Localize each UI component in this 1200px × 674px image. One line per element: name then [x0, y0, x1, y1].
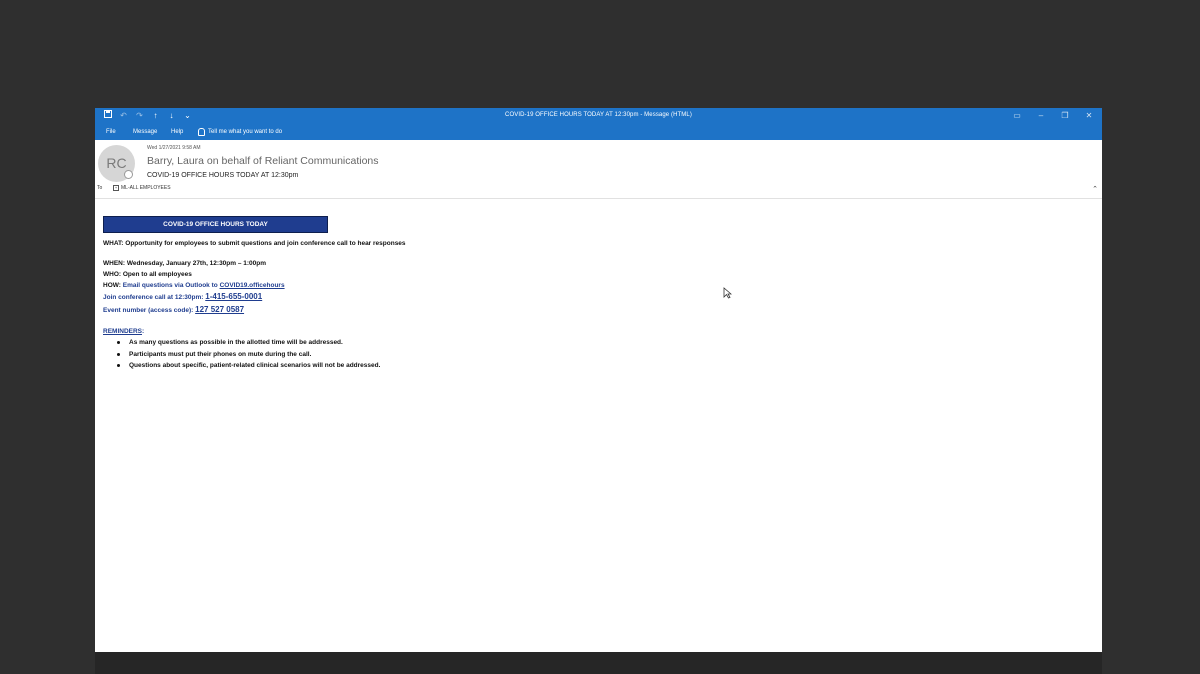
restore-icon[interactable]: ❐	[1060, 110, 1070, 122]
minimize-icon[interactable]: –	[1036, 110, 1046, 122]
message-window: ↶ ↷ ↑ ↓ ⌄ COVID-19 OFFICE HOURS TODAY AT…	[95, 108, 1102, 652]
event-code-link[interactable]: 127 527 0587	[195, 305, 244, 314]
tell-me-search[interactable]: Tell me what you want to do	[198, 128, 282, 136]
message-header: RC Wed 1/27/2021 9:58 AM Barry, Laura on…	[95, 140, 1102, 199]
phone-link[interactable]: 1-415-655-0001	[205, 292, 262, 301]
window-controls: ▭ – ❐ ✕	[1012, 110, 1094, 122]
reminders-heading: REMINDERS:	[103, 328, 144, 335]
to-label: To	[97, 185, 103, 191]
window-title: COVID-19 OFFICE HOURS TODAY AT 12:30pm -…	[505, 112, 692, 118]
list-item: Questions about specific, patient-relate…	[117, 362, 380, 374]
how-line: HOW: Email questions via Outlook to COVI…	[103, 282, 285, 289]
who-line: WHO: Open to all employees	[103, 271, 192, 278]
message-body: COVID-19 OFFICE HOURS TODAY WHAT: Opport…	[95, 198, 1102, 652]
when-line: WHEN: Wednesday, January 27th, 12:30pm –…	[103, 260, 267, 267]
email-link[interactable]: COVID19.officehours	[220, 282, 285, 289]
reminders-title: REMINDERS	[103, 328, 143, 335]
recipient-group[interactable]: ML-ALL EMPLOYEES	[121, 185, 171, 191]
close-icon[interactable]: ✕	[1084, 110, 1094, 122]
title-bar: ↶ ↷ ↑ ↓ ⌄ COVID-19 OFFICE HOURS TODAY AT…	[95, 108, 1102, 125]
bottom-band	[95, 652, 1102, 674]
list-item: As many questions as possible in the all…	[117, 339, 380, 351]
mouse-cursor-icon	[723, 287, 732, 299]
tell-me-label: Tell me what you want to do	[208, 129, 283, 135]
to-row: To + ML-ALL EMPLOYEES	[97, 185, 171, 191]
presence-icon	[124, 170, 133, 179]
announcement-banner: COVID-19 OFFICE HOURS TODAY	[103, 216, 328, 233]
join-label: Join conference call at 12:30pm:	[103, 294, 204, 301]
menu-bar: File Message Help Tell me what you want …	[95, 125, 1102, 140]
reminders-list: As many questions as possible in the all…	[117, 339, 380, 374]
event-label: Event number (access code):	[103, 307, 194, 314]
what-line: WHAT: Opportunity for employees to submi…	[103, 240, 406, 247]
menu-message[interactable]: Message	[133, 129, 157, 135]
how-label: HOW:	[103, 282, 121, 289]
message-subject: COVID-19 OFFICE HOURS TODAY AT 12:30pm	[147, 172, 299, 179]
ribbon-display-icon[interactable]: ▭	[1012, 110, 1022, 122]
reminders-colon: :	[142, 328, 145, 335]
list-item: Participants must put their phones on mu…	[117, 351, 380, 363]
join-line: Join conference call at 12:30pm: 1-415-6…	[103, 292, 262, 301]
collapse-header-icon[interactable]: ⌃	[1092, 185, 1098, 193]
how-text: Email questions via Outlook to	[122, 282, 218, 289]
message-date: Wed 1/27/2021 9:58 AM	[147, 145, 201, 151]
expand-group-icon[interactable]: +	[113, 185, 119, 191]
lightbulb-icon	[198, 128, 205, 136]
menu-help[interactable]: Help	[171, 129, 183, 135]
menu-file[interactable]: File	[106, 129, 116, 135]
sender-name[interactable]: Barry, Laura on behalf of Reliant Commun…	[147, 155, 379, 167]
event-line: Event number (access code): 127 527 0587	[103, 305, 244, 314]
